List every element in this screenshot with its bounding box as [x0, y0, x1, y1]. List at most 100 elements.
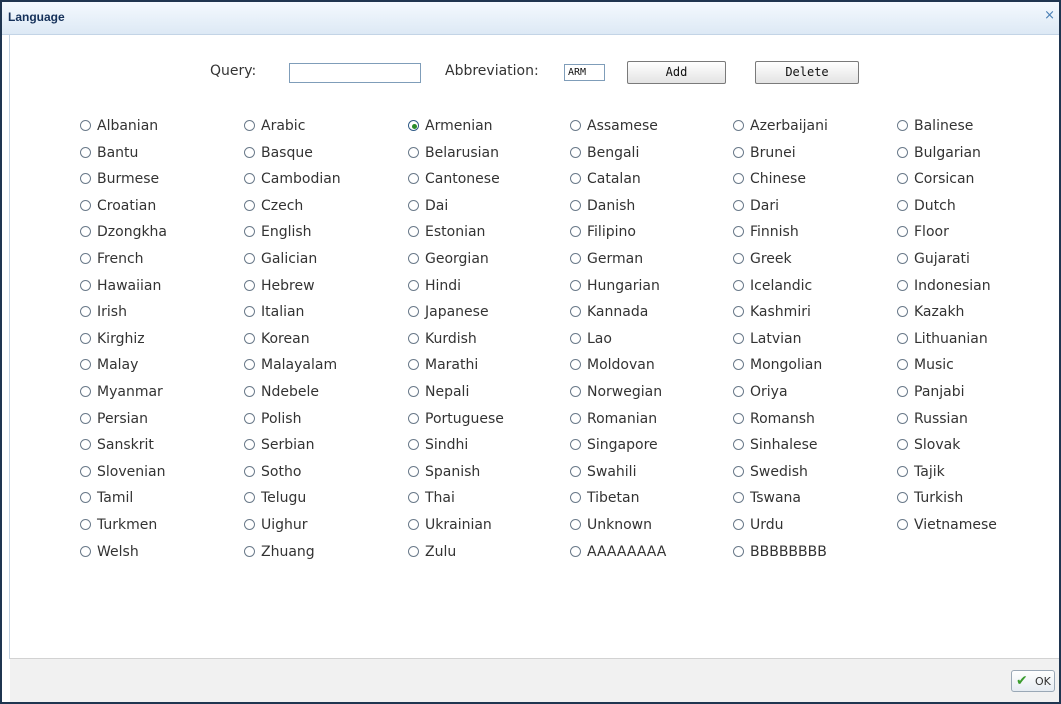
- radio-button[interactable]: [897, 120, 908, 131]
- radio-button[interactable]: [80, 226, 91, 237]
- radio-button[interactable]: [408, 200, 419, 211]
- radio-button[interactable]: [733, 280, 744, 291]
- radio-button[interactable]: [244, 253, 255, 264]
- radio-button[interactable]: [733, 200, 744, 211]
- radio-button[interactable]: [80, 359, 91, 370]
- radio-button[interactable]: [733, 226, 744, 237]
- radio-button[interactable]: [570, 226, 581, 237]
- radio-button[interactable]: [570, 120, 581, 131]
- radio-button[interactable]: [733, 546, 744, 557]
- radio-button[interactable]: [408, 466, 419, 477]
- radio-button[interactable]: [570, 439, 581, 450]
- radio-button[interactable]: [570, 280, 581, 291]
- radio-button[interactable]: [244, 386, 255, 397]
- radio-button[interactable]: [897, 200, 908, 211]
- radio-button[interactable]: [570, 333, 581, 344]
- radio-button[interactable]: [897, 147, 908, 158]
- radio-button[interactable]: [733, 439, 744, 450]
- radio-button[interactable]: [570, 546, 581, 557]
- radio-button[interactable]: [244, 226, 255, 237]
- radio-button[interactable]: [733, 120, 744, 131]
- radio-button[interactable]: [80, 546, 91, 557]
- radio-button[interactable]: [570, 359, 581, 370]
- radio-button[interactable]: [80, 439, 91, 450]
- radio-button[interactable]: [897, 492, 908, 503]
- radio-button[interactable]: [733, 519, 744, 530]
- radio-button[interactable]: [244, 173, 255, 184]
- radio-button[interactable]: [897, 280, 908, 291]
- radio-button[interactable]: [733, 413, 744, 424]
- radio-button[interactable]: [733, 466, 744, 477]
- radio-button[interactable]: [897, 519, 908, 530]
- radio-button[interactable]: [244, 546, 255, 557]
- radio-button[interactable]: [408, 226, 419, 237]
- radio-button[interactable]: [570, 200, 581, 211]
- radio-button[interactable]: [244, 200, 255, 211]
- radio-button[interactable]: [80, 413, 91, 424]
- radio-button[interactable]: [408, 173, 419, 184]
- radio-button[interactable]: [897, 306, 908, 317]
- radio-button[interactable]: [80, 120, 91, 131]
- radio-button[interactable]: [408, 120, 419, 131]
- radio-button[interactable]: [408, 306, 419, 317]
- radio-button[interactable]: [244, 333, 255, 344]
- radio-button[interactable]: [897, 439, 908, 450]
- radio-button[interactable]: [244, 519, 255, 530]
- dialog-titlebar[interactable]: Language ×: [2, 2, 1059, 35]
- radio-button[interactable]: [570, 492, 581, 503]
- radio-button[interactable]: [570, 386, 581, 397]
- radio-button[interactable]: [244, 120, 255, 131]
- radio-button[interactable]: [80, 466, 91, 477]
- abbreviation-input[interactable]: [564, 64, 605, 81]
- radio-button[interactable]: [733, 333, 744, 344]
- query-input[interactable]: [289, 63, 421, 83]
- radio-button[interactable]: [897, 173, 908, 184]
- radio-button[interactable]: [244, 466, 255, 477]
- radio-button[interactable]: [897, 226, 908, 237]
- radio-button[interactable]: [570, 173, 581, 184]
- radio-button[interactable]: [408, 333, 419, 344]
- radio-button[interactable]: [897, 386, 908, 397]
- radio-button[interactable]: [408, 546, 419, 557]
- radio-button[interactable]: [570, 306, 581, 317]
- radio-button[interactable]: [570, 466, 581, 477]
- radio-button[interactable]: [733, 359, 744, 370]
- radio-button[interactable]: [80, 173, 91, 184]
- radio-button[interactable]: [408, 147, 419, 158]
- radio-button[interactable]: [733, 306, 744, 317]
- radio-button[interactable]: [897, 253, 908, 264]
- radio-button[interactable]: [733, 147, 744, 158]
- radio-button[interactable]: [897, 359, 908, 370]
- delete-button[interactable]: Delete: [755, 61, 859, 84]
- radio-button[interactable]: [408, 492, 419, 503]
- radio-button[interactable]: [570, 253, 581, 264]
- radio-button[interactable]: [80, 253, 91, 264]
- radio-button[interactable]: [244, 413, 255, 424]
- radio-button[interactable]: [80, 306, 91, 317]
- radio-button[interactable]: [408, 280, 419, 291]
- radio-button[interactable]: [570, 147, 581, 158]
- radio-button[interactable]: [244, 492, 255, 503]
- radio-button[interactable]: [408, 386, 419, 397]
- close-icon[interactable]: ×: [1044, 8, 1055, 23]
- radio-button[interactable]: [80, 492, 91, 503]
- radio-button[interactable]: [408, 519, 419, 530]
- radio-button[interactable]: [733, 173, 744, 184]
- radio-button[interactable]: [80, 386, 91, 397]
- radio-button[interactable]: [408, 253, 419, 264]
- radio-button[interactable]: [408, 359, 419, 370]
- ok-button[interactable]: ✔ OK: [1011, 670, 1055, 692]
- radio-button[interactable]: [80, 147, 91, 158]
- radio-button[interactable]: [244, 306, 255, 317]
- radio-button[interactable]: [244, 359, 255, 370]
- radio-button[interactable]: [244, 280, 255, 291]
- radio-button[interactable]: [570, 519, 581, 530]
- radio-button[interactable]: [570, 413, 581, 424]
- radio-button[interactable]: [408, 413, 419, 424]
- radio-button[interactable]: [733, 386, 744, 397]
- radio-button[interactable]: [244, 147, 255, 158]
- radio-button[interactable]: [733, 492, 744, 503]
- radio-button[interactable]: [733, 253, 744, 264]
- radio-button[interactable]: [897, 466, 908, 477]
- radio-button[interactable]: [408, 439, 419, 450]
